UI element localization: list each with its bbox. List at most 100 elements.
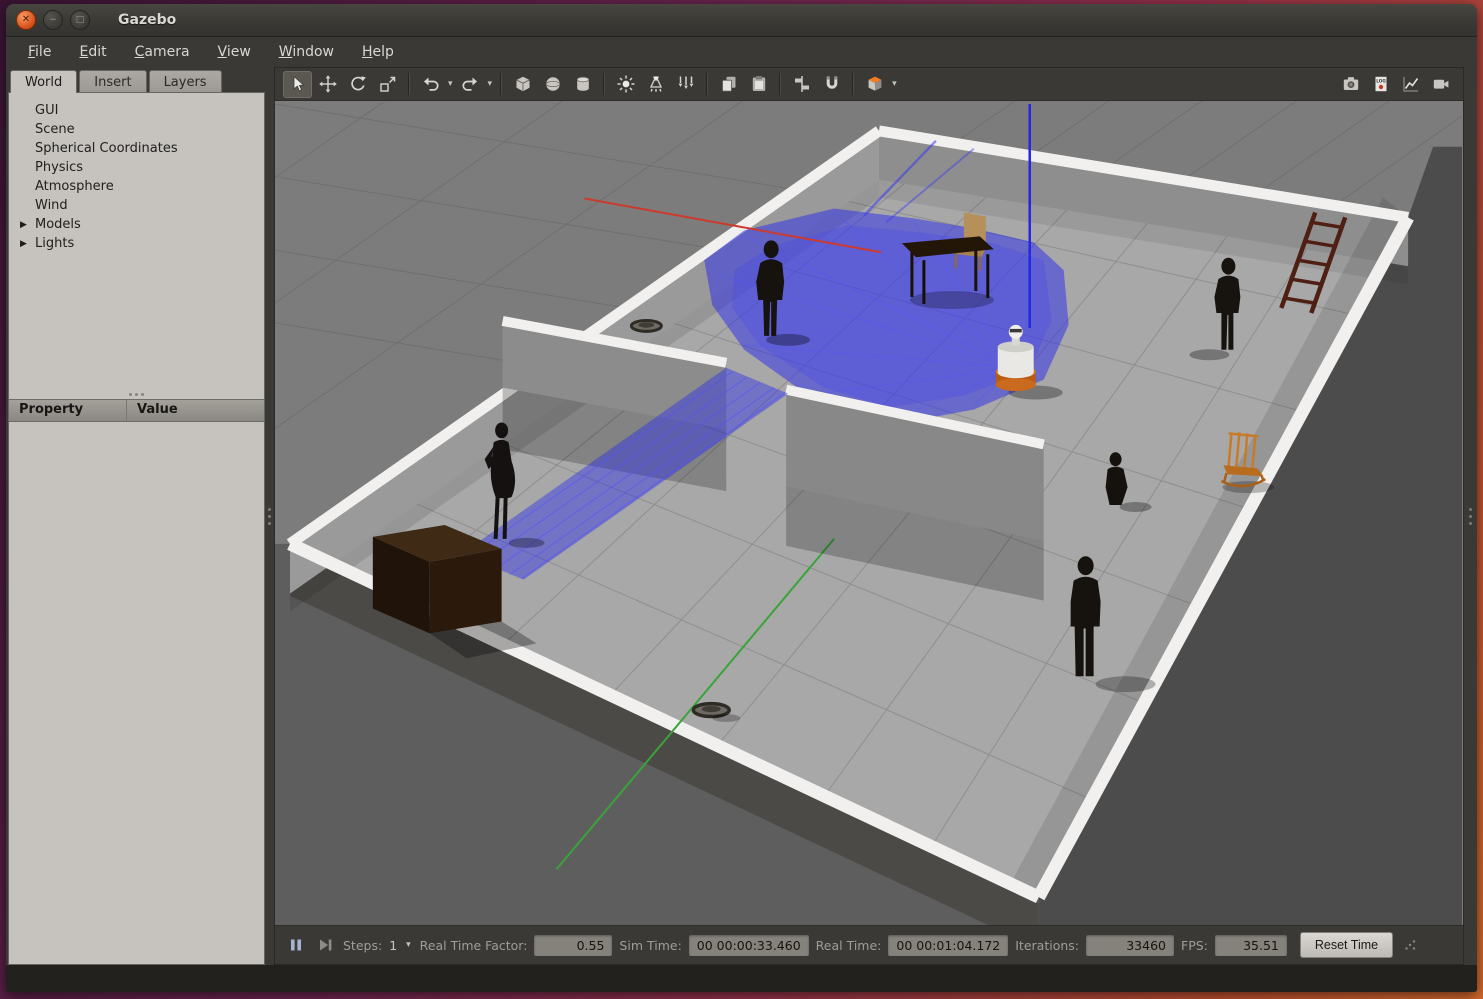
menu-view[interactable]: View: [204, 39, 265, 65]
video-camera-icon: [1431, 74, 1451, 94]
property-table-body: [9, 422, 264, 964]
close-button[interactable]: ✕: [16, 10, 36, 30]
snap-button[interactable]: [817, 71, 846, 98]
sim-time-label: Sim Time:: [619, 938, 681, 953]
iterations-value: 33460: [1086, 935, 1174, 956]
plot-button[interactable]: [1396, 71, 1425, 98]
tree-item-gui[interactable]: GUI: [9, 101, 264, 120]
tree-item-spherical[interactable]: Spherical Coordinates: [9, 139, 264, 158]
titlebar[interactable]: ✕ − □ Gazebo: [6, 4, 1477, 37]
tab-world[interactable]: World: [10, 70, 77, 93]
log-record-icon: LOG: [1371, 74, 1391, 94]
camera-icon: [1341, 74, 1361, 94]
steps-spinner[interactable]: 1: [389, 938, 397, 953]
insert-sphere-button[interactable]: [538, 71, 567, 98]
sphere-shape-icon: [543, 74, 563, 94]
select-tool-button[interactable]: [283, 71, 312, 98]
tab-insert[interactable]: Insert: [79, 70, 146, 93]
align-button[interactable]: [787, 71, 816, 98]
log-record-button[interactable]: LOG: [1366, 71, 1395, 98]
step-button[interactable]: [314, 934, 336, 956]
expand-arrow-icon[interactable]: ▶: [20, 237, 27, 252]
window-controls: ✕ − □: [16, 10, 90, 30]
panel-viewport-splitter[interactable]: [265, 67, 274, 965]
toolbar-separator: [852, 73, 854, 95]
toolbar-separator: [779, 73, 781, 95]
redo-button[interactable]: [456, 71, 485, 98]
menu-help[interactable]: Help: [348, 39, 408, 65]
pause-icon: [288, 937, 304, 953]
undo-history-caret[interactable]: ▾: [446, 79, 455, 89]
directional-light-icon: [676, 74, 696, 94]
maximize-button[interactable]: □: [70, 10, 90, 30]
undo-button[interactable]: [416, 71, 445, 98]
toolbar-separator: [500, 73, 502, 95]
video-record-button[interactable]: [1426, 71, 1455, 98]
pause-button[interactable]: [285, 934, 307, 956]
panel-tabs: World Insert Layers: [8, 67, 265, 93]
window-title: Gazebo: [118, 12, 176, 28]
basin-model[interactable]: [631, 320, 661, 331]
tree-item-lights[interactable]: ▶Lights: [9, 234, 264, 253]
tab-layers[interactable]: Layers: [149, 70, 222, 93]
right-edge-splitter[interactable]: [1464, 67, 1477, 965]
simulation-statusbar: Steps: 1 ▾ Real Time Factor: 0.55 Sim Ti…: [275, 925, 1463, 964]
cylinder-shape-icon: [573, 74, 593, 94]
real-time-factor-value: 0.55: [534, 935, 612, 956]
menu-file[interactable]: File: [14, 39, 65, 65]
menu-window[interactable]: Window: [265, 39, 348, 65]
directional-light-button[interactable]: [671, 71, 700, 98]
view-angle-cube-icon: [865, 74, 885, 94]
world-panel: GUI Scene Spherical Coordinates Physics …: [8, 92, 265, 965]
tree-item-scene[interactable]: Scene: [9, 120, 264, 139]
toolbar-separator: [408, 73, 410, 95]
menu-edit[interactable]: Edit: [65, 39, 120, 65]
snap-magnet-icon: [822, 74, 842, 94]
toolbar-separator: [706, 73, 708, 95]
scale-icon: [378, 74, 398, 94]
rotate-tool-button[interactable]: [343, 71, 372, 98]
insert-cylinder-button[interactable]: [568, 71, 597, 98]
property-column-header[interactable]: Property: [9, 400, 127, 421]
value-column-header[interactable]: Value: [127, 400, 178, 421]
tree-item-wind[interactable]: Wind: [9, 196, 264, 215]
toolbar-separator: [603, 73, 605, 95]
tree-item-atmosphere[interactable]: Atmosphere: [9, 177, 264, 196]
align-icon: [792, 74, 812, 94]
expand-arrow-icon[interactable]: ▶: [20, 218, 27, 233]
spot-light-button[interactable]: [641, 71, 670, 98]
point-light-icon: [616, 74, 636, 94]
tree-item-physics[interactable]: Physics: [9, 158, 264, 177]
real-time-value: 00 00:01:04.172: [888, 935, 1008, 956]
steps-caret[interactable]: ▾: [404, 940, 413, 950]
paste-button[interactable]: [744, 71, 773, 98]
copy-button[interactable]: [714, 71, 743, 98]
real-time-label: Real Time:: [816, 938, 882, 953]
property-splitter[interactable]: [9, 389, 264, 399]
point-light-button[interactable]: [611, 71, 640, 98]
plot-icon: [1401, 74, 1421, 94]
redo-history-caret[interactable]: ▾: [486, 79, 495, 89]
world-tree: GUI Scene Spherical Coordinates Physics …: [9, 93, 264, 389]
property-table-header: Property Value: [9, 399, 264, 422]
sim-time-value: 00 00:00:33.460: [689, 935, 809, 956]
left-panel: World Insert Layers GUI Scene Spherical …: [8, 67, 265, 965]
menu-camera[interactable]: Camera: [121, 39, 204, 65]
render-toolbar: ▾ ▾: [275, 68, 1463, 101]
minimize-button[interactable]: −: [43, 10, 63, 30]
view-angle-caret[interactable]: ▾: [890, 79, 899, 89]
render-scene[interactable]: [275, 101, 1463, 925]
scene-canvas[interactable]: [275, 101, 1463, 925]
window-resize-grip[interactable]: [1404, 939, 1416, 951]
reset-time-button[interactable]: Reset Time: [1300, 932, 1393, 958]
paste-icon: [749, 74, 769, 94]
insert-box-button[interactable]: [508, 71, 537, 98]
screenshot-button[interactable]: [1336, 71, 1365, 98]
copy-icon: [719, 74, 739, 94]
fps-label: FPS:: [1181, 938, 1208, 953]
step-forward-icon: [317, 937, 333, 953]
tree-item-models[interactable]: ▶Models: [9, 215, 264, 234]
view-angle-button[interactable]: [860, 71, 889, 98]
translate-tool-button[interactable]: [313, 71, 342, 98]
scale-tool-button[interactable]: [373, 71, 402, 98]
